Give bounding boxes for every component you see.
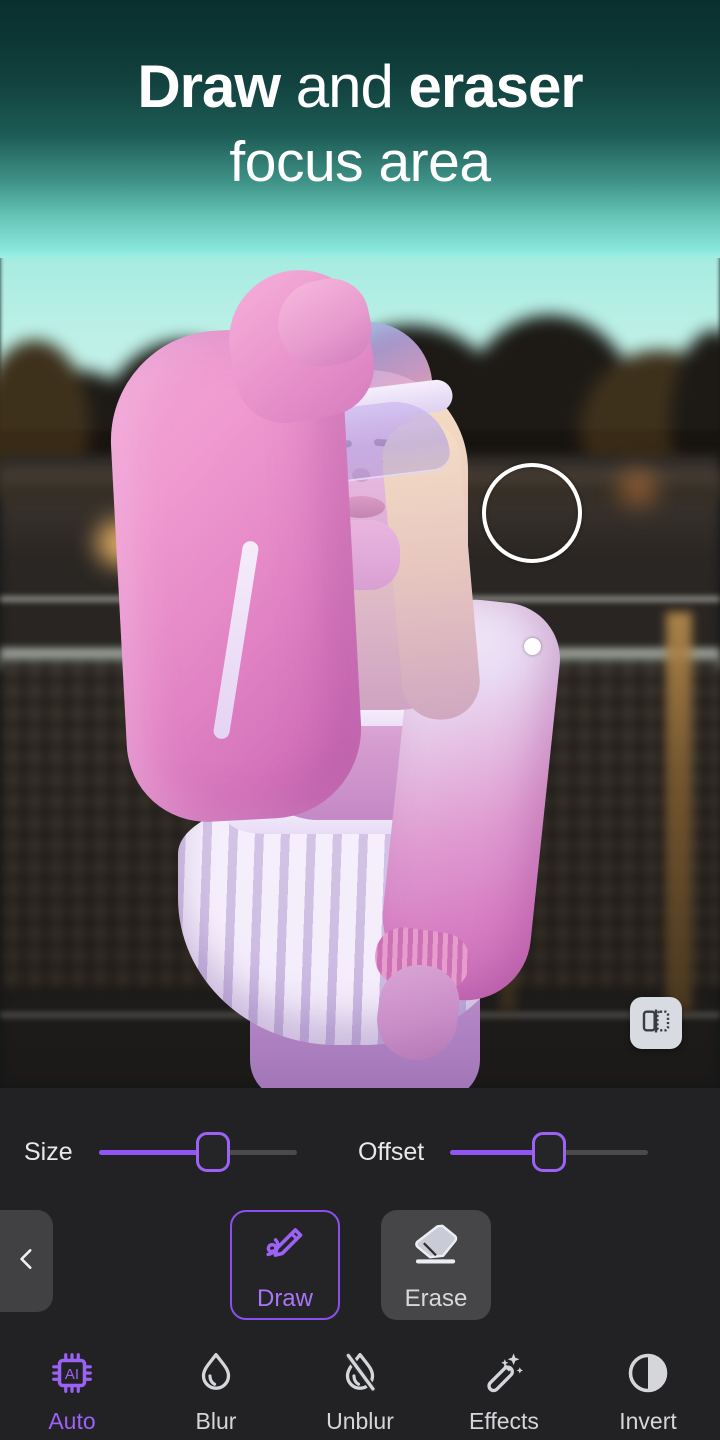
ai-chip-icon: AI <box>47 1344 97 1402</box>
offset-slider-track[interactable] <box>450 1132 649 1172</box>
nav-label-effects: Effects <box>469 1408 539 1434</box>
erase-tool-label: Erase <box>404 1284 468 1312</box>
page-subtitle: focus area <box>229 130 491 194</box>
offset-slider-handle[interactable] <box>532 1132 567 1172</box>
brush-ring-cursor[interactable] <box>482 463 582 563</box>
title-word-draw: Draw <box>137 53 281 120</box>
nav-item-effects[interactable]: Effects <box>432 1344 576 1435</box>
nav-item-unblur[interactable]: Unblur <box>288 1344 432 1435</box>
bottom-navbar: AI Auto Blur Unblur Effects Invert <box>0 1336 720 1440</box>
svg-text:AI: AI <box>65 1366 79 1383</box>
title-word-and: and <box>295 53 394 120</box>
nav-item-blur[interactable]: Blur <box>144 1344 288 1435</box>
tool-row: Draw Erase <box>0 1210 720 1330</box>
control-panel: Size Offset Draw Erase AI Auto Blur Unbl… <box>0 1088 720 1440</box>
nav-label-unblur: Unblur <box>326 1408 394 1434</box>
nav-item-invert[interactable]: Invert <box>576 1344 720 1435</box>
nav-label-invert: Invert <box>619 1408 677 1434</box>
offset-slider-label: Offset <box>358 1137 425 1166</box>
droplet-icon <box>191 1344 241 1402</box>
size-slider[interactable]: Size <box>24 1122 297 1182</box>
eraser-icon <box>409 1218 463 1277</box>
size-slider-label: Size <box>24 1137 73 1166</box>
slider-row: Size Offset <box>0 1122 720 1182</box>
magic-wand-icon <box>479 1344 529 1402</box>
size-slider-handle[interactable] <box>196 1132 231 1172</box>
nav-item-auto[interactable]: AI Auto <box>0 1344 144 1435</box>
promo-header: Draw and eraser focus area <box>0 0 720 258</box>
page-title: Draw and eraser <box>0 52 720 122</box>
app-root: Draw and eraser focus area Size Offset D… <box>0 0 720 1440</box>
erase-tool-button[interactable]: Erase <box>381 1210 491 1320</box>
nav-label-blur: Blur <box>195 1408 237 1434</box>
draw-tool-label: Draw <box>256 1284 313 1312</box>
size-slider-track[interactable] <box>98 1132 297 1172</box>
compare-before-after-button[interactable] <box>630 997 682 1049</box>
pencil-draw-icon <box>258 1218 312 1277</box>
title-word-eraser: eraser <box>408 53 583 120</box>
back-button[interactable] <box>0 1210 53 1312</box>
droplet-slash-icon <box>335 1344 385 1402</box>
half-circle-icon <box>623 1344 673 1402</box>
compare-split-icon <box>640 1005 672 1042</box>
offset-slider[interactable]: Offset <box>358 1122 649 1182</box>
nav-label-auto: Auto <box>48 1408 96 1434</box>
chevron-left-icon <box>14 1242 40 1281</box>
brush-dot-cursor[interactable] <box>524 638 541 655</box>
draw-tool-button[interactable]: Draw <box>230 1210 340 1320</box>
